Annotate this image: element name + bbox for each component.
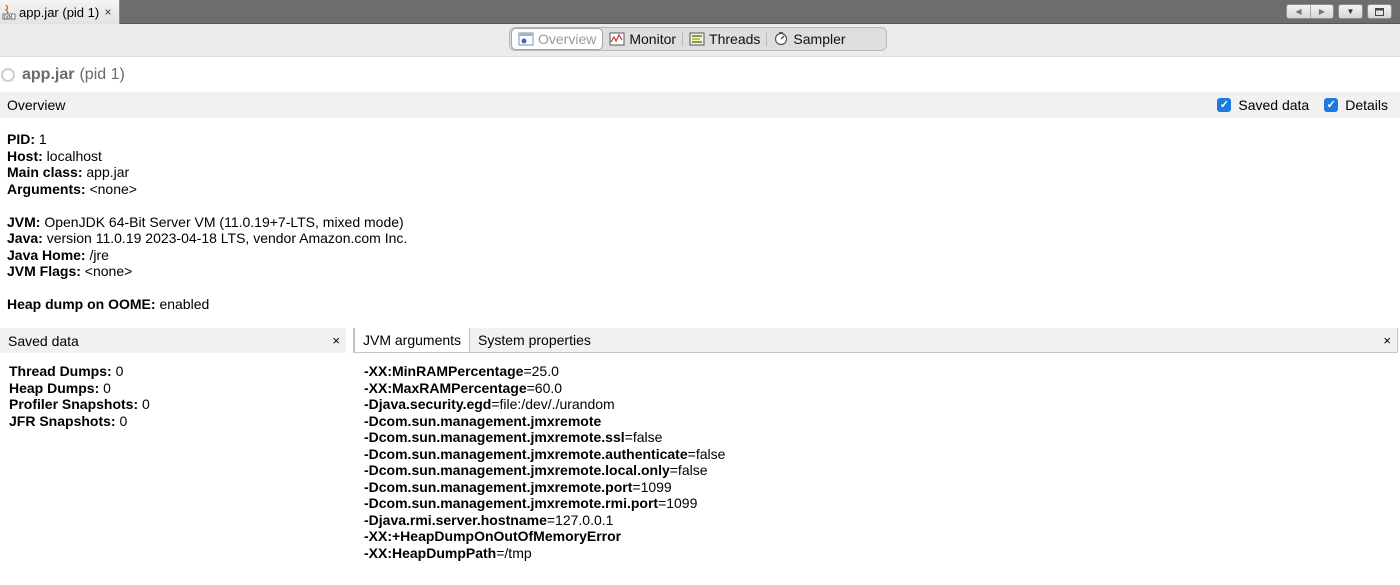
jvm-icon: JVM xyxy=(2,4,16,21)
close-icon[interactable]: × xyxy=(1383,328,1391,352)
list-item: -Dcom.sun.management.jmxremote.port=1099 xyxy=(364,478,672,495)
list-item: -Dcom.sun.management.jmxremote.authentic… xyxy=(364,445,726,462)
info-host: Host: localhost xyxy=(7,147,102,164)
window-controls: ◀ ▶ ▼ xyxy=(1286,4,1392,19)
list-item: -Dcom.sun.management.jmxremote.rmi.port=… xyxy=(364,495,698,511)
list-item: -Djava.security.egd=file:/dev/./urandom xyxy=(364,396,615,412)
view-toolbar: Overview Monitor Threads Sampler xyxy=(0,24,1400,57)
saved-data-panel-header: Saved data × xyxy=(0,328,346,353)
list-item: -Dcom.sun.management.jmxremote.ssl=false xyxy=(364,429,663,445)
tab-threads-label: Threads xyxy=(709,31,761,47)
sampler-icon xyxy=(773,32,789,46)
info-pid: PID: 1 xyxy=(7,131,47,147)
list-item: -XX:MaxRAMPercentage=60.0 xyxy=(364,379,563,396)
close-tab-icon[interactable]: × xyxy=(101,5,115,19)
saved-data-list: Thread Dumps: 0 Heap Dumps: 0 Profiler S… xyxy=(9,363,150,429)
tab-monitor[interactable]: Monitor xyxy=(603,28,682,50)
saved-data-title: Saved data xyxy=(8,332,79,349)
page-title: app.jar (pid 1) xyxy=(0,64,125,86)
overview-label: Overview xyxy=(7,97,66,113)
document-tab[interactable]: JVM app.jar (pid 1) × xyxy=(0,0,120,24)
threads-icon xyxy=(689,32,705,46)
list-item: JFR Snapshots: 0 xyxy=(9,412,128,429)
scroll-right-icon[interactable]: ▶ xyxy=(1310,5,1333,18)
monitor-icon xyxy=(609,32,625,46)
tab-overview[interactable]: Overview xyxy=(511,28,604,50)
tab-sampler[interactable]: Sampler xyxy=(767,28,851,50)
tab-sampler-label: Sampler xyxy=(793,31,846,47)
tab-system-properties[interactable]: System properties xyxy=(470,328,599,352)
info-jvm-flags: JVM Flags: <none> xyxy=(7,263,133,279)
list-item: -XX:MinRAMPercentage=25.0 xyxy=(364,363,559,379)
saved-data-checkbox-label: Saved data xyxy=(1238,97,1310,113)
overview-icon xyxy=(518,32,534,46)
list-item: Thread Dumps: 0 xyxy=(9,363,124,379)
tab-jvm-arguments[interactable]: JVM arguments xyxy=(354,328,471,352)
info-arguments: Arguments: <none> xyxy=(7,180,137,197)
overview-section-bar: Overview ✓ Saved data ✓ Details xyxy=(0,92,1400,118)
svg-text:JVM: JVM xyxy=(3,15,12,21)
list-item: -Djava.rmi.server.hostname=127.0.0.1 xyxy=(364,511,614,528)
list-item: Profiler Snapshots: 0 xyxy=(9,396,150,412)
info-heap-dump: Heap dump on OOME: enabled xyxy=(7,296,210,312)
jvm-arguments-panel-header: JVM arguments System properties × xyxy=(353,328,1398,353)
saved-data-checkbox[interactable]: ✓ Saved data xyxy=(1217,97,1309,113)
info-main-class: Main class: app.jar xyxy=(7,164,130,180)
tab-overview-label: Overview xyxy=(538,31,597,47)
info-java-home: Java Home: /jre xyxy=(7,246,109,263)
editor-tab-strip: JVM app.jar (pid 1) × ◀ ▶ ▼ xyxy=(0,0,1400,24)
list-item: -Dcom.sun.management.jmxremote xyxy=(364,412,602,429)
app-pid: (pid 1) xyxy=(79,66,125,83)
maximize-icon[interactable] xyxy=(1368,5,1391,18)
info-jvm: JVM: OpenJDK 64-Bit Server VM (11.0.19+7… xyxy=(7,213,404,230)
check-icon: ✓ xyxy=(1217,98,1232,112)
list-item: -Dcom.sun.management.jmxremote.local.onl… xyxy=(364,462,708,478)
app-name: app.jar xyxy=(22,66,75,83)
document-tab-title: app.jar (pid 1) xyxy=(19,4,100,20)
tab-monitor-label: Monitor xyxy=(629,31,677,47)
status-ring-icon xyxy=(1,68,15,82)
list-item: -XX:HeapDumpPath=/tmp xyxy=(364,544,532,561)
scroll-left-icon[interactable]: ◀ xyxy=(1287,5,1310,18)
tab-system-properties-label: System properties xyxy=(478,332,591,348)
tab-jvm-arguments-label: JVM arguments xyxy=(363,332,462,348)
list-item: Heap Dumps: 0 xyxy=(9,379,111,396)
check-icon: ✓ xyxy=(1324,98,1339,112)
tab-threads[interactable]: Threads xyxy=(683,28,766,50)
close-icon[interactable]: × xyxy=(332,333,340,348)
list-item: -XX:+HeapDumpOnOutOfMemoryError xyxy=(364,528,622,544)
info-java: Java: version 11.0.19 2023-04-18 LTS, ve… xyxy=(7,230,408,246)
view-switcher: Overview Monitor Threads Sampler xyxy=(509,27,887,51)
details-checkbox-label: Details xyxy=(1345,97,1388,113)
details-checkbox[interactable]: ✓ Details xyxy=(1324,97,1388,113)
jvm-info: PID: 1 Host: localhost Main class: app.j… xyxy=(7,131,407,313)
jvm-arguments-list: -XX:MinRAMPercentage=25.0 -XX:MaxRAMPerc… xyxy=(364,363,725,561)
tab-list-icon[interactable]: ▼ xyxy=(1339,5,1362,18)
